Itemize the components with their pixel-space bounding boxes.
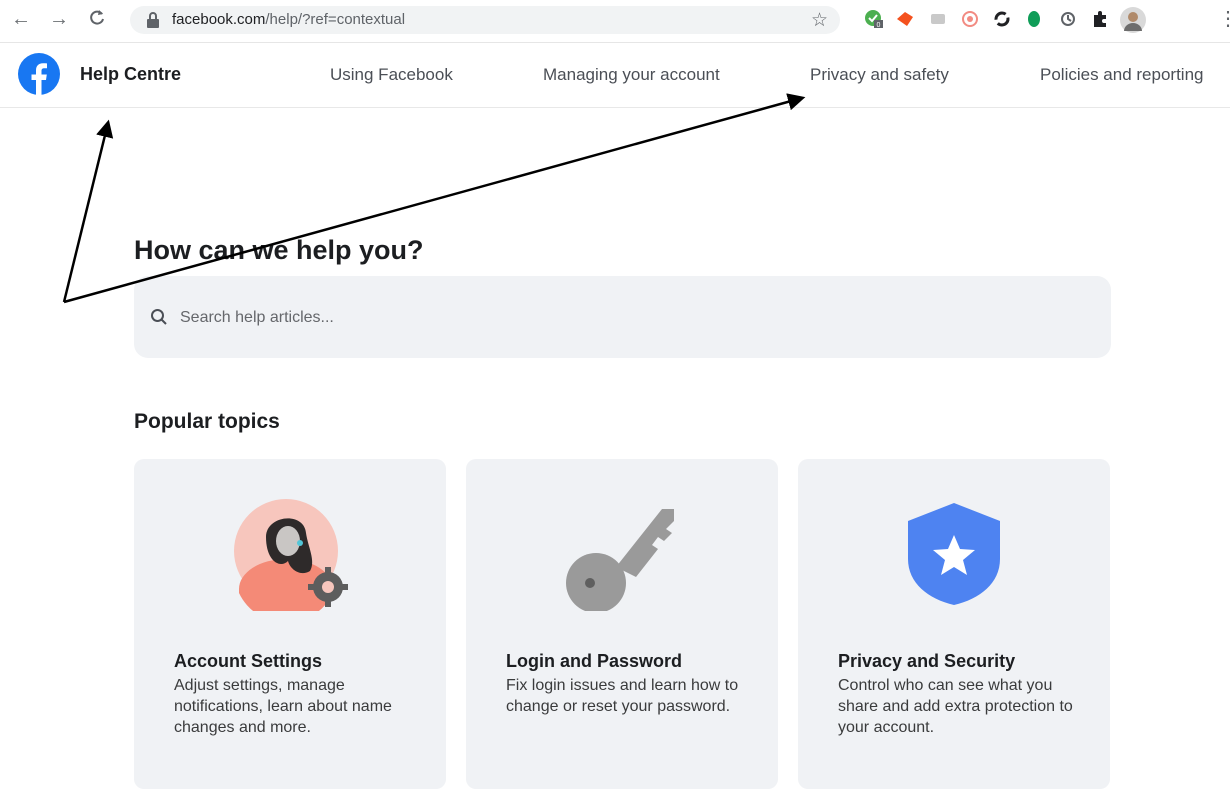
extension-face-icon[interactable] [960,9,980,29]
forward-icon[interactable]: → [48,8,70,30]
url-text: facebook.com/help/?ref=contextual [172,11,406,28]
facebook-logo-icon[interactable] [18,53,60,95]
puzzle-icon[interactable] [1090,9,1110,29]
nav-managing-account[interactable]: Managing your account [543,65,720,85]
reload-icon[interactable] [86,8,108,30]
browser-toolbar: ← → facebook.com/help/?ref=contextual ☆ … [0,0,1230,43]
search-input[interactable] [178,303,1082,333]
card-description: Control who can see what you share and a… [838,677,1073,736]
nav-privacy-safety[interactable]: Privacy and safety [810,65,949,85]
shield-star-icon [908,503,1000,605]
profile-avatar[interactable] [1120,7,1146,33]
nav-using-facebook[interactable]: Using Facebook [330,65,453,85]
card-description: Fix login issues and learn how to change… [506,677,739,715]
extension-history-icon[interactable] [1058,9,1078,29]
search-box[interactable] [134,276,1111,358]
nav-policies-reporting[interactable]: Policies and reporting [1040,65,1203,85]
card-title: Privacy and Security [838,651,1016,671]
svg-text:0: 0 [877,22,881,29]
lock-icon[interactable] [146,12,160,28]
bookmark-star-icon[interactable]: ☆ [811,9,828,32]
topic-card-account-settings[interactable]: Account Settings Adjust settings, manage… [134,459,446,789]
card-title: Account Settings [174,651,323,671]
page-title: How can we help you? [134,235,424,265]
help-header: Help Centre Using Facebook Managing your… [0,43,1230,108]
menu-kebab-icon[interactable]: ⋮ [1218,6,1230,31]
arrow-to-privacy-nav [63,93,806,304]
topic-card-privacy-security[interactable]: Privacy and Security Control who can see… [798,459,1110,789]
search-icon [151,309,167,325]
card-title: Login and Password [506,651,683,671]
extension-sync-icon[interactable] [992,9,1012,29]
card-description: Adjust settings, manage notifications, l… [174,677,392,736]
back-icon[interactable]: ← [10,8,32,30]
help-centre-title[interactable]: Help Centre [80,64,181,85]
address-bar[interactable]: facebook.com/help/?ref=contextual ☆ [130,6,840,34]
account-settings-icon [234,499,348,611]
topic-card-login-password[interactable]: Login and Password Fix login issues and … [466,459,778,789]
key-icon [566,509,674,611]
extension-screen-icon[interactable] [928,9,948,29]
extension-fox-icon[interactable] [895,9,915,29]
extension-check-icon[interactable]: 0 [864,9,884,29]
arrow-to-help-centre [62,119,114,303]
extension-leaf-icon[interactable] [1024,9,1044,29]
popular-topics-heading: Popular topics [134,410,280,433]
